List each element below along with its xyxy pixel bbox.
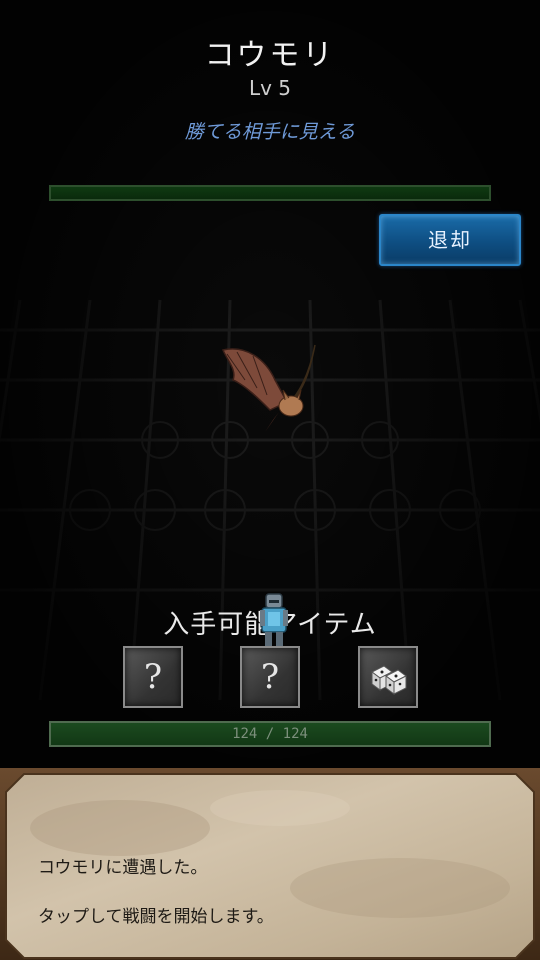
player-hp-bar: 124 / 124 bbox=[49, 721, 491, 747]
player-hp-text: 124 / 124 bbox=[232, 726, 308, 742]
item-slot-1[interactable]: ? bbox=[123, 646, 183, 708]
unknown-item-icon: ? bbox=[143, 657, 163, 697]
bat-enemy-sprite[interactable] bbox=[215, 340, 330, 440]
enemy-hp-bar bbox=[49, 185, 491, 201]
retreat-button[interactable]: 退却 bbox=[379, 214, 521, 266]
enemy-name: コウモリ bbox=[204, 38, 336, 73]
message-line: コウモリに遭遇した。 bbox=[38, 858, 208, 878]
message-line: タップして戦闘を開始します。 bbox=[38, 907, 274, 927]
dice-icon bbox=[371, 665, 407, 695]
unknown-item-icon: ? bbox=[260, 657, 280, 697]
player-knight-sprite bbox=[260, 593, 288, 648]
item-slot-3[interactable] bbox=[358, 646, 418, 708]
enemy-assessment: 勝てる相手に見える bbox=[184, 121, 356, 143]
item-slot-2[interactable]: ? bbox=[240, 646, 300, 708]
enemy-level: Lv 5 bbox=[248, 76, 292, 100]
